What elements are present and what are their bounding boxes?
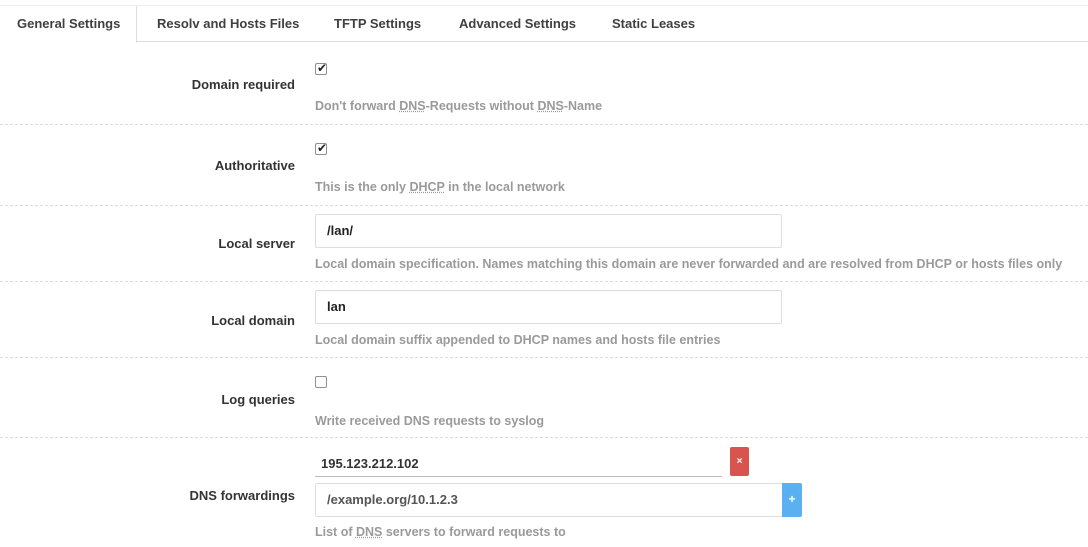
log-queries-description: Write received DNS requests to syslog (315, 414, 545, 428)
authoritative-row: Authoritative ✔ This is the only DHCP in… (0, 125, 1088, 206)
authoritative-checkbox[interactable]: ✔ (315, 141, 328, 155)
tab-resolv-and-hosts-files[interactable]: Resolv and Hosts Files (157, 6, 299, 43)
domain-required-label: Domain required (191, 77, 295, 92)
tab-tftp-settings[interactable]: TFTP Settings (334, 6, 421, 43)
checkmark-icon: ✔ (317, 61, 328, 75)
authoritative-description: This is the only DHCP in the local netwo… (315, 180, 565, 194)
domain-required-checkbox[interactable]: ✔ (315, 61, 328, 75)
local-domain-label: Local domain (211, 313, 295, 328)
dns-forwarding-entry[interactable]: 195.123.212.102 (315, 449, 722, 477)
tab-general-settings[interactable]: General Settings (0, 6, 137, 43)
local-server-label: Local server (218, 236, 295, 251)
plus-icon: + (788, 492, 796, 506)
local-server-row: Local server /lan/ Local domain specific… (0, 206, 1088, 282)
new-dns-forwarding-input[interactable]: /example.org/10.1.2.3 (315, 483, 782, 517)
local-domain-row: Local domain lan Local domain suffix app… (0, 282, 1088, 358)
close-icon: × (736, 456, 743, 467)
dns-forwardings-description: List of DNS servers to forward requests … (315, 525, 566, 539)
tab-advanced-settings[interactable]: Advanced Settings (459, 6, 576, 43)
local-server-input[interactable]: /lan/ (315, 214, 782, 248)
add-entry-button[interactable]: + (782, 483, 802, 517)
tab-static-leases[interactable]: Static Leases (612, 6, 695, 43)
local-domain-description: Local domain suffix appended to DHCP nam… (315, 333, 721, 347)
dns-forwardings-label: DNS forwardings (189, 488, 295, 503)
log-queries-checkbox[interactable] (315, 376, 327, 388)
log-queries-row: Log queries Write received DNS requests … (0, 358, 1088, 438)
log-queries-label: Log queries (221, 392, 295, 407)
local-server-description: Local domain specification. Names matchi… (315, 257, 1063, 271)
settings-tab-bar: General Settings Resolv and Hosts Files … (0, 5, 1088, 43)
domain-required-row: Domain required ✔ Don't forward DNS-Requ… (0, 42, 1088, 125)
dns-forwardings-row: DNS forwardings 195.123.212.102 × /examp… (0, 438, 1088, 547)
checkmark-icon: ✔ (317, 141, 328, 155)
authoritative-label: Authoritative (214, 158, 295, 173)
domain-required-description: Don't forward DNS-Requests without DNS-N… (315, 99, 603, 113)
remove-entry-button[interactable]: × (730, 447, 749, 476)
local-domain-input[interactable]: lan (315, 290, 782, 324)
